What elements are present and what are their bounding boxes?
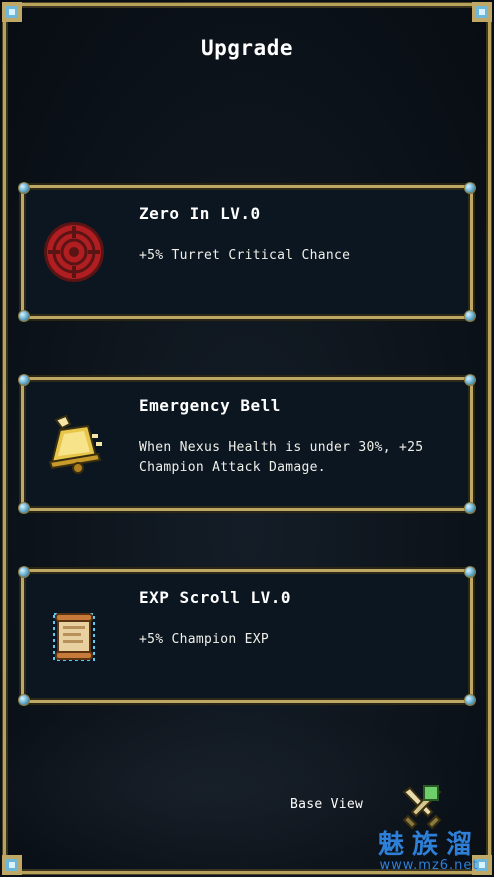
upgrade-description: +5% Turret Critical Chance: [139, 248, 351, 263]
upgrade-card-exp-scroll[interactable]: EXP Scroll LV.0 +5% Champion EXP: [18, 566, 476, 706]
gem-ornament: [464, 694, 476, 706]
gem-ornament: [18, 182, 30, 194]
watermark-url: www.mz6.net: [379, 858, 479, 873]
upgrade-name: Zero In LV.0: [139, 204, 261, 223]
scroll-icon: [53, 613, 95, 661]
upgrade-description: +5% Champion EXP: [139, 632, 270, 647]
upgrade-description: When Nexus Health is under 30%, +25 Cham…: [139, 440, 424, 475]
gem-ornament: [464, 566, 476, 578]
gem-ornament: [18, 566, 30, 578]
crossed-swords-icon[interactable]: [398, 782, 446, 830]
target-icon: [44, 222, 104, 282]
base-view-label[interactable]: Base View: [290, 797, 363, 812]
upgrade-card-zero-in[interactable]: Zero In LV.0 +5% Turret Critical Chance: [18, 182, 476, 322]
gem-ornament: [18, 694, 30, 706]
game-screen: Upgrade Zero In LV.0 +5% Turret Critical…: [0, 0, 494, 877]
gem-ornament: [464, 310, 476, 322]
gem-ornament: [464, 374, 476, 386]
bell-icon: [48, 414, 102, 474]
watermark: 魅族溜 www.mz6.net: [378, 831, 480, 873]
gem-ornament: [18, 374, 30, 386]
corner-ornament-icon: [2, 2, 22, 22]
corner-ornament-icon: [472, 2, 492, 22]
gem-ornament: [464, 502, 476, 514]
corner-ornament-icon: [2, 855, 22, 875]
watermark-title: 魅族溜: [377, 830, 480, 860]
gem-ornament: [18, 310, 30, 322]
gem-ornament: [18, 502, 30, 514]
gem-ornament: [464, 182, 476, 194]
upgrade-card-emergency-bell[interactable]: Emergency Bell When Nexus Health is unde…: [18, 374, 476, 514]
page-title: Upgrade: [200, 36, 293, 60]
upgrade-name: Emergency Bell: [139, 396, 281, 415]
upgrade-name: EXP Scroll LV.0: [139, 588, 291, 607]
